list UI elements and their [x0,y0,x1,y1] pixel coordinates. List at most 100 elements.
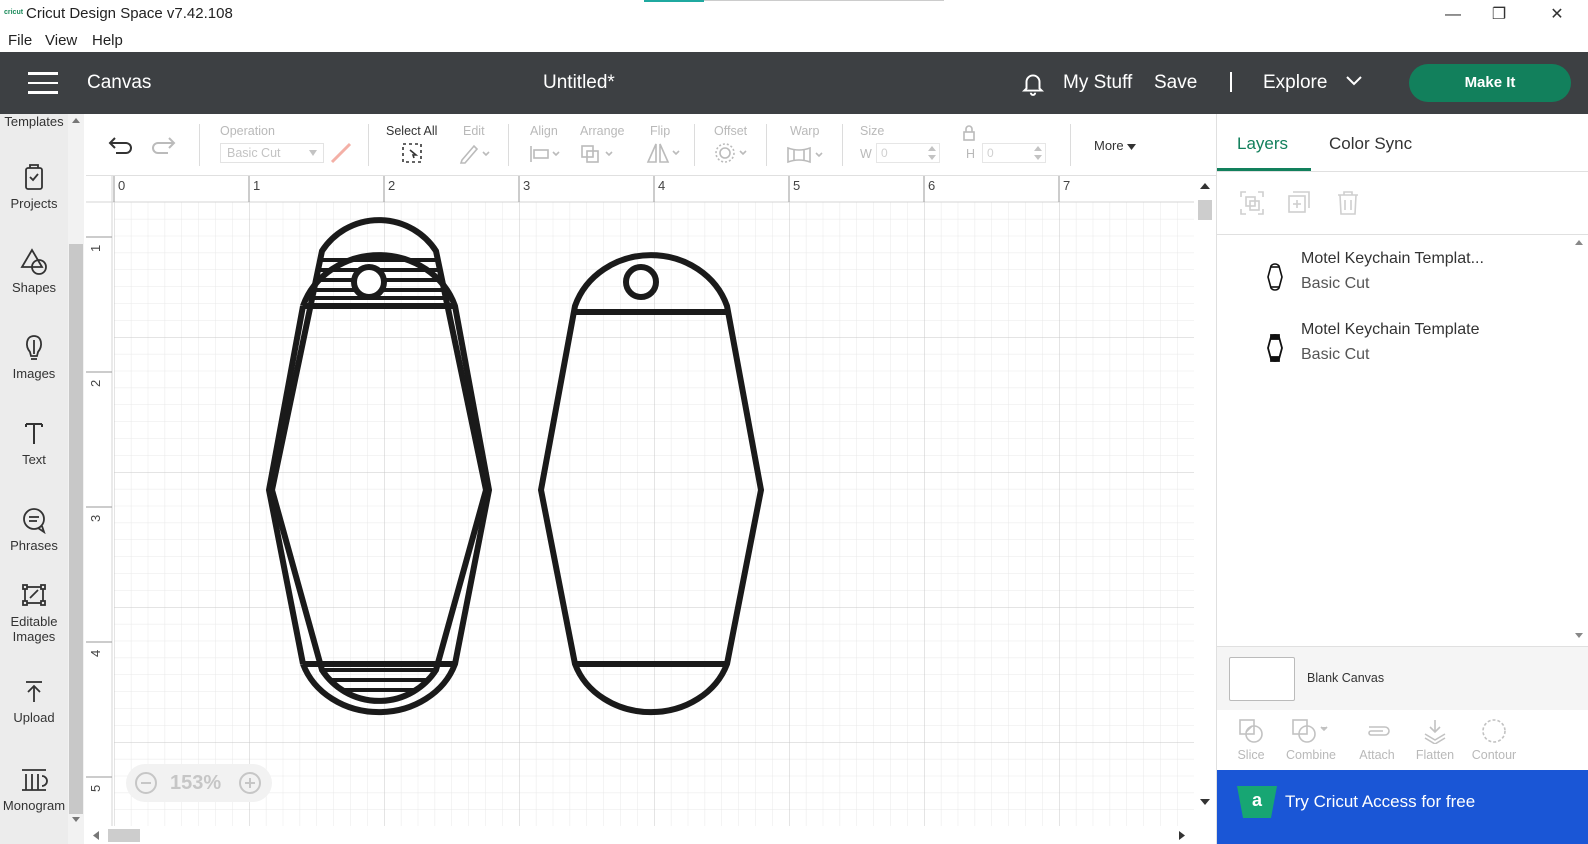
sidebar-item-editable-images[interactable]: Editable Images [0,580,68,644]
left-sidebar: Templates Projects Shapes Images Text Ph… [0,114,68,844]
my-stuff-link[interactable]: My Stuff [1063,72,1132,94]
scroll-left-icon[interactable] [92,830,100,841]
zoom-level: 153% [170,772,222,794]
cricut-access-banner[interactable]: a Try Cricut Access for free [1217,770,1588,844]
bell-icon[interactable] [1020,70,1046,96]
duplicate-icon[interactable] [1287,190,1313,216]
undo-icon[interactable] [106,134,132,158]
cricut-access-logo: a [1237,786,1277,818]
layer-row[interactable]: Motel Keychain Templat... Basic Cut [1217,250,1567,320]
sidebar-item-text[interactable]: Text [0,420,68,467]
more-dropdown[interactable]: More [1094,138,1137,153]
layer-row[interactable]: Motel Keychain Template Basic Cut [1217,321,1567,391]
tab-color-sync[interactable]: Color Sync [1329,134,1412,154]
sidebar-item-templates[interactable]: Templates [0,114,68,129]
scroll-up-icon[interactable] [1199,182,1211,190]
canvas-hscroll-thumb[interactable] [108,829,140,842]
sidebar-scrollbar[interactable] [68,114,84,844]
design-canvas[interactable]: 0 1 2 3 4 5 6 7 1 2 3 4 5 [86,176,1194,826]
sidebar-item-label: Monogram [2,798,66,813]
linetype-swatch-icon[interactable] [330,142,352,164]
sidebar-scroll-thumb[interactable] [69,244,83,814]
scroll-down-icon[interactable] [1199,798,1211,806]
ruler-x-label: 5 [793,178,800,193]
combine-button[interactable]: Combine [1281,718,1341,762]
hamburger-menu-icon[interactable] [28,72,58,94]
height-input[interactable]: 0 [982,143,1046,163]
combine-icon [1292,719,1328,743]
more-label: More [1094,138,1124,153]
sidebar-item-label: Upload [13,710,55,725]
scroll-down-icon[interactable] [1574,632,1584,640]
ruler-y-label: 1 [88,245,103,252]
height-stepper-icon[interactable] [1034,146,1042,160]
sidebar-item-shapes[interactable]: Shapes [0,248,68,295]
align-label: Align [530,124,558,138]
panel-divider [1217,234,1588,235]
delete-icon[interactable] [1335,190,1361,216]
operation-select[interactable]: Basic Cut [220,143,324,163]
width-input[interactable]: 0 [876,143,940,163]
minimize-button[interactable]: — [1430,2,1476,28]
attach-icon [1368,726,1390,736]
edit-label: Edit [463,124,485,138]
redo-icon[interactable] [152,134,178,158]
scroll-up-icon[interactable] [71,116,81,124]
slice-button[interactable]: Slice [1231,718,1271,762]
sidebar-item-phrases[interactable]: Phrases [0,506,68,553]
ruler-x-label: 0 [118,178,125,193]
menu-help[interactable]: Help [92,32,123,49]
toolbar-separator [694,124,695,166]
sidebar-item-images[interactable]: Images [0,334,68,381]
make-it-button[interactable]: Make It [1409,64,1571,102]
sidebar-item-monogram[interactable]: Monogram [0,766,68,813]
blank-canvas-row[interactable]: Blank Canvas [1217,646,1588,710]
warp-icon[interactable] [786,144,826,164]
warp-label: Warp [790,124,820,138]
tab-layers[interactable]: Layers [1237,134,1288,154]
layers-scrollbar[interactable] [1571,236,1587,646]
layer-operation: Basic Cut [1301,346,1370,363]
explore-dropdown[interactable]: Explore [1263,72,1327,94]
canvas-horizontal-scrollbar[interactable] [86,826,1194,844]
menu-view[interactable]: View [45,32,77,49]
scroll-up-icon[interactable] [1574,238,1584,246]
chevron-down-icon[interactable] [1345,74,1363,88]
blank-canvas-label: Blank Canvas [1307,671,1385,685]
zoom-out-icon[interactable] [134,771,158,795]
attach-button[interactable]: Attach [1355,718,1399,762]
layer-thumbnail-icon [1267,334,1283,362]
width-stepper-icon[interactable] [928,146,936,160]
offset-icon[interactable] [714,142,750,164]
layer-tools: Slice Combine Attach Flatten Contour [1217,710,1588,770]
group-icon[interactable] [1239,190,1265,216]
toolbar-separator [508,124,509,166]
sidebar-item-label: Images [12,366,56,381]
select-all-label[interactable]: Select All [386,124,437,138]
sidebar-item-upload[interactable]: Upload [0,678,68,725]
close-button[interactable]: ✕ [1534,2,1580,28]
scroll-right-icon[interactable] [1178,830,1186,841]
menu-file[interactable]: File [8,32,32,49]
align-icon[interactable] [528,144,562,164]
shapes-icon [20,248,47,275]
editable-images-icon [22,584,46,606]
sidebar-item-projects[interactable]: Projects [0,164,68,211]
restore-button[interactable]: ❐ [1476,2,1522,28]
flip-icon[interactable] [646,142,682,164]
ruler-y-label: 3 [88,515,103,522]
scroll-down-icon[interactable] [71,816,81,824]
canvas-vertical-scrollbar[interactable] [1194,176,1216,826]
save-button[interactable]: Save [1154,72,1197,94]
blank-canvas-swatch[interactable] [1229,657,1295,701]
lock-icon[interactable] [962,124,976,142]
canvas-vscroll-thumb[interactable] [1198,200,1212,220]
contour-button[interactable]: Contour [1469,718,1519,762]
offset-label: Offset [714,124,748,138]
flatten-button[interactable]: Flatten [1413,718,1457,762]
zoom-in-icon[interactable] [238,771,262,795]
arrange-icon[interactable] [580,144,616,164]
edit-icon[interactable] [458,142,492,164]
sidebar-item-label: Editable [10,614,58,629]
select-all-icon[interactable] [401,142,423,164]
